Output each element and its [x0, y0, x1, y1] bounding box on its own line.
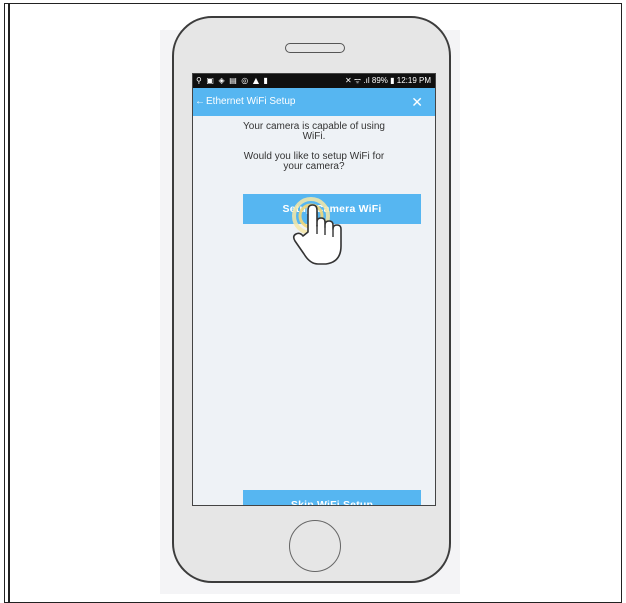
skip-wifi-setup-button[interactable]: Skip WiFi Setup: [243, 490, 421, 505]
close-icon[interactable]: ✕: [411, 88, 423, 116]
question-line-2: your camera?: [283, 161, 345, 172]
phone-speaker: [285, 43, 345, 53]
back-arrow-icon[interactable]: ←: [195, 96, 205, 107]
app-bar: ←Ethernet WiFi Setup ✕: [193, 88, 435, 116]
home-button[interactable]: [289, 520, 341, 572]
left-divider: [8, 3, 10, 603]
phone-screen: ⚲ ▣ ◈ ▤ ◎ ▲ ▮ ✕ ᯤ .ıl 89% ▮ 12:19 PM ←Et…: [192, 73, 436, 506]
setup-question: Would you like to setup WiFi for your ca…: [229, 152, 399, 172]
touch-hand-icon: [292, 197, 342, 265]
page-title: Ethernet WiFi Setup: [206, 96, 296, 107]
status-bar: ⚲ ▣ ◈ ▤ ◎ ▲ ▮ ✕ ᯤ .ıl 89% ▮ 12:19 PM: [193, 74, 435, 88]
status-indicators: ✕ ᯤ .ıl 89% ▮ 12:19 PM: [345, 76, 431, 85]
phone-mockup: ⚲ ▣ ◈ ▤ ◎ ▲ ▮ ✕ ᯤ .ıl 89% ▮ 12:19 PM ←Et…: [172, 16, 451, 583]
capability-message: Your camera is capable of using WiFi.: [229, 122, 399, 142]
notification-icons: ⚲ ▣ ◈ ▤ ◎ ▲ ▮: [196, 76, 269, 85]
app-bar-title-group: ←Ethernet WiFi Setup: [195, 88, 295, 116]
message-line-2: WiFi.: [302, 131, 326, 142]
